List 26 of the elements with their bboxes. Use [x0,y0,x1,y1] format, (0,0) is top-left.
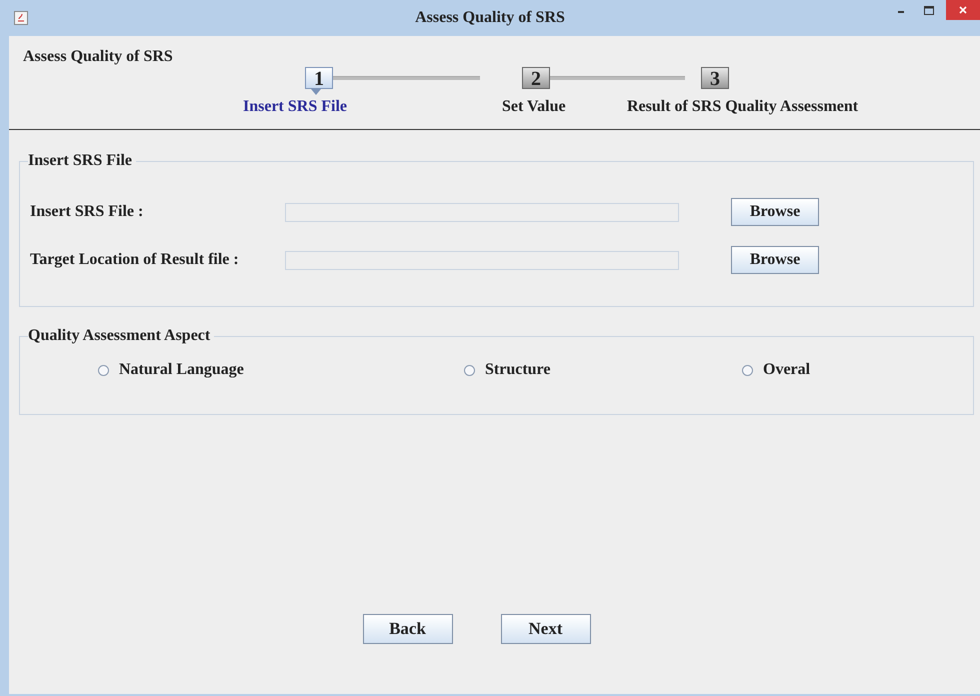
pointer-icon [311,89,321,95]
step-number: 2 [522,67,550,89]
input-field[interactable] [285,202,679,222]
step-label: Result of SRS Quality Assessment [627,98,858,116]
close-icon [959,6,967,14]
step-number: 1 [305,67,333,89]
field-label: Insert SRS File : [30,203,144,221]
nav-button[interactable]: Back [362,614,452,644]
browse-button[interactable]: Browse [731,246,819,274]
app-icon [14,11,28,25]
nav-button[interactable]: Next [500,614,590,644]
window-title: Assess Quality of SRS [415,9,565,27]
browse-button[interactable]: Browse [731,198,819,226]
close-button[interactable] [946,0,980,20]
input-field[interactable] [285,250,679,270]
maximize-icon [924,6,934,14]
step-number: 3 [701,67,729,89]
step-label: Set Value [502,98,566,116]
panel-title: Insert SRS File [28,152,133,170]
panel-title: Quality Assessment Aspect [28,327,212,345]
page-title: Assess Quality of SRS [23,48,174,66]
radio-option[interactable]: Structure [464,361,742,379]
radio-option[interactable]: Natural Language [98,361,464,379]
field-label: Target Location of Result file : [30,251,240,269]
radio-option[interactable]: Overal [742,361,810,379]
step-label: Insert SRS File [243,98,347,116]
